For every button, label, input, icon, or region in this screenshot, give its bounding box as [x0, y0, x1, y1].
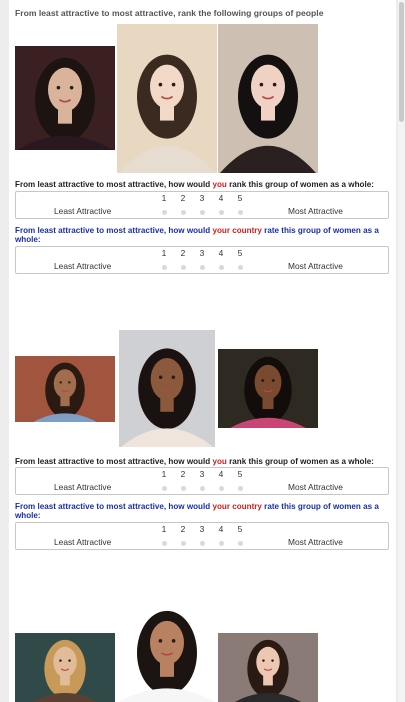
- scale-option-4: 4: [218, 248, 224, 258]
- scale-low-label: Least Attractive: [54, 482, 112, 492]
- scale-option-1: 1: [161, 193, 167, 203]
- scale-radio-5[interactable]: [237, 265, 243, 270]
- photo-woman-3: [218, 24, 318, 173]
- rating-scale-self-1[interactable]: Least Attractive Most Attractive 1 2 3 4 5: [15, 191, 389, 219]
- scale-radio-3[interactable]: [199, 486, 205, 491]
- scale-option-4: 4: [218, 524, 224, 534]
- scale-high-label: Most Attractive: [288, 537, 343, 547]
- rating-scale-country-2[interactable]: Least Attractive Most Attractive 1 2 3 4 5: [15, 522, 389, 550]
- scale-option-3: 3: [199, 193, 205, 203]
- scale-high-label: Most Attractive: [288, 482, 343, 492]
- scale-option-4: 4: [218, 193, 224, 203]
- scale-radio-2[interactable]: [180, 265, 186, 270]
- scale-option-5: 5: [237, 524, 243, 534]
- scale-option-2: 2: [180, 248, 186, 258]
- photo-woman-5: [119, 330, 215, 447]
- page-scrollbar[interactable]: [398, 0, 405, 702]
- question-self-rank-2: From least attractive to most attractive…: [15, 457, 374, 466]
- scale-radio-2[interactable]: [180, 210, 186, 215]
- scale-radio-5[interactable]: [237, 486, 243, 491]
- scale-radio-3[interactable]: [199, 541, 205, 546]
- question-country-rate-2: From least attractive to most attractive…: [15, 502, 379, 520]
- photo-woman-7: [15, 633, 115, 702]
- scale-radio-1[interactable]: [161, 486, 167, 491]
- scale-option-3: 3: [199, 469, 205, 479]
- question-self-rank-1: From least attractive to most attractive…: [15, 180, 374, 189]
- scale-radio-3[interactable]: [199, 210, 205, 215]
- scale-low-label: Least Attractive: [54, 537, 112, 547]
- scale-low-label: Least Attractive: [54, 261, 112, 271]
- photo-woman-6: [218, 349, 318, 428]
- scale-option-2: 2: [180, 193, 186, 203]
- scale-radio-1[interactable]: [161, 210, 167, 215]
- question-country-rate-1: From least attractive to most attractive…: [15, 226, 379, 244]
- photo-woman-2: [117, 24, 217, 173]
- photo-woman-4: [15, 356, 115, 422]
- survey-intro: From least attractive to most attractive…: [15, 8, 324, 18]
- scale-radio-3[interactable]: [199, 265, 205, 270]
- scale-option-3: 3: [199, 248, 205, 258]
- scale-high-label: Most Attractive: [288, 261, 343, 271]
- scale-option-1: 1: [161, 248, 167, 258]
- survey-page: From least attractive to most attractive…: [9, 0, 396, 702]
- scale-radio-2[interactable]: [180, 541, 186, 546]
- scale-radio-4[interactable]: [218, 486, 224, 491]
- rating-scale-country-1[interactable]: Least Attractive Most Attractive 1 2 3 4 5: [15, 246, 389, 274]
- scale-option-5: 5: [237, 469, 243, 479]
- scrollbar-thumb[interactable]: [399, 2, 404, 122]
- scale-option-4: 4: [218, 469, 224, 479]
- scale-option-2: 2: [180, 469, 186, 479]
- scale-option-5: 5: [237, 193, 243, 203]
- photo-woman-1: [15, 46, 115, 150]
- photo-woman-8: [117, 600, 217, 702]
- scale-option-2: 2: [180, 524, 186, 534]
- scale-option-3: 3: [199, 524, 205, 534]
- scale-option-1: 1: [161, 469, 167, 479]
- scale-option-1: 1: [161, 524, 167, 534]
- scale-radio-4[interactable]: [218, 210, 224, 215]
- scale-radio-4[interactable]: [218, 265, 224, 270]
- scale-radio-1[interactable]: [161, 265, 167, 270]
- scale-high-label: Most Attractive: [288, 206, 343, 216]
- photo-woman-9: [218, 633, 318, 702]
- scale-low-label: Least Attractive: [54, 206, 112, 216]
- scale-radio-1[interactable]: [161, 541, 167, 546]
- scale-option-5: 5: [237, 248, 243, 258]
- scale-radio-5[interactable]: [237, 541, 243, 546]
- scale-radio-4[interactable]: [218, 541, 224, 546]
- scale-radio-5[interactable]: [237, 210, 243, 215]
- rating-scale-self-2[interactable]: Least Attractive Most Attractive 1 2 3 4 5: [15, 467, 389, 495]
- scale-radio-2[interactable]: [180, 486, 186, 491]
